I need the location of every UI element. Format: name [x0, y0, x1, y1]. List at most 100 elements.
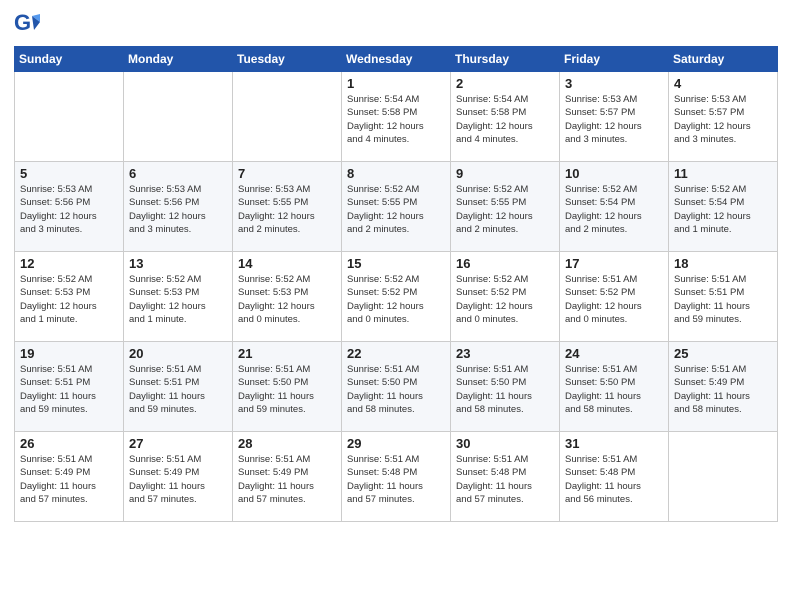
- calendar-cell: 31 Sunrise: 5:51 AM Sunset: 5:48 PM Dayli…: [560, 432, 669, 522]
- calendar-cell: 11 Sunrise: 5:52 AM Sunset: 5:54 PM Dayli…: [669, 162, 778, 252]
- weekday-header-sunday: Sunday: [15, 47, 124, 72]
- day-info: Sunrise: 5:52 AM Sunset: 5:52 PM Dayligh…: [347, 273, 445, 326]
- week-row-3: 12Sunrise: 5:52 AM Sunset: 5:53 PM Dayli…: [15, 252, 778, 342]
- day-info: Sunrise: 5:51 AM Sunset: 5:49 PM Dayligh…: [238, 453, 336, 506]
- calendar-cell: 30 Sunrise: 5:51 AM Sunset: 5:48 PM Dayli…: [451, 432, 560, 522]
- logo: G: [14, 10, 44, 38]
- calendar-cell: [669, 432, 778, 522]
- logo-icon: G: [14, 10, 42, 38]
- calendar-cell: 28 Sunrise: 5:51 AM Sunset: 5:49 PM Dayli…: [233, 432, 342, 522]
- week-row-4: 19 Sunrise: 5:51 AM Sunset: 5:51 PM Dayli…: [15, 342, 778, 432]
- day-info: Sunrise: 5:52 AM Sunset: 5:55 PM Dayligh…: [347, 183, 445, 236]
- calendar-cell: 13 Sunrise: 5:52 AM Sunset: 5:53 PM Dayli…: [124, 252, 233, 342]
- day-info: Sunrise: 5:52 AM Sunset: 5:53 PM Dayligh…: [20, 273, 118, 326]
- calendar-cell: 12Sunrise: 5:52 AM Sunset: 5:53 PM Dayli…: [15, 252, 124, 342]
- day-number: 10: [565, 166, 663, 181]
- weekday-header-saturday: Saturday: [669, 47, 778, 72]
- day-info: Sunrise: 5:53 AM Sunset: 5:57 PM Dayligh…: [674, 93, 772, 146]
- day-number: 15: [347, 256, 445, 271]
- calendar-cell: 15 Sunrise: 5:52 AM Sunset: 5:52 PM Dayli…: [342, 252, 451, 342]
- day-info: Sunrise: 5:54 AM Sunset: 5:58 PM Dayligh…: [456, 93, 554, 146]
- calendar-cell: 16Sunrise: 5:52 AM Sunset: 5:52 PM Dayli…: [451, 252, 560, 342]
- day-number: 3: [565, 76, 663, 91]
- weekday-header-thursday: Thursday: [451, 47, 560, 72]
- day-info: Sunrise: 5:52 AM Sunset: 5:54 PM Dayligh…: [674, 183, 772, 236]
- week-row-1: 1 Sunrise: 5:54 AM Sunset: 5:58 PM Daylig…: [15, 72, 778, 162]
- calendar-cell: 21 Sunrise: 5:51 AM Sunset: 5:50 PM Dayli…: [233, 342, 342, 432]
- day-number: 24: [565, 346, 663, 361]
- calendar-cell: 26 Sunrise: 5:51 AM Sunset: 5:49 PM Dayli…: [15, 432, 124, 522]
- day-info: Sunrise: 5:53 AM Sunset: 5:56 PM Dayligh…: [129, 183, 227, 236]
- day-info: Sunrise: 5:52 AM Sunset: 5:55 PM Dayligh…: [456, 183, 554, 236]
- calendar-cell: 9 Sunrise: 5:52 AM Sunset: 5:55 PM Daylig…: [451, 162, 560, 252]
- day-info: Sunrise: 5:51 AM Sunset: 5:50 PM Dayligh…: [565, 363, 663, 416]
- day-info: Sunrise: 5:51 AM Sunset: 5:49 PM Dayligh…: [674, 363, 772, 416]
- calendar-cell: 17 Sunrise: 5:51 AM Sunset: 5:52 PM Dayli…: [560, 252, 669, 342]
- calendar-cell: 1 Sunrise: 5:54 AM Sunset: 5:58 PM Daylig…: [342, 72, 451, 162]
- day-info: Sunrise: 5:51 AM Sunset: 5:51 PM Dayligh…: [20, 363, 118, 416]
- calendar-cell: 7 Sunrise: 5:53 AM Sunset: 5:55 PM Daylig…: [233, 162, 342, 252]
- day-number: 19: [20, 346, 118, 361]
- day-number: 25: [674, 346, 772, 361]
- day-number: 13: [129, 256, 227, 271]
- day-info: Sunrise: 5:53 AM Sunset: 5:57 PM Dayligh…: [565, 93, 663, 146]
- calendar-cell: 29 Sunrise: 5:51 AM Sunset: 5:48 PM Dayli…: [342, 432, 451, 522]
- day-info: Sunrise: 5:51 AM Sunset: 5:51 PM Dayligh…: [674, 273, 772, 326]
- day-number: 20: [129, 346, 227, 361]
- day-info: Sunrise: 5:53 AM Sunset: 5:56 PM Dayligh…: [20, 183, 118, 236]
- day-number: 7: [238, 166, 336, 181]
- day-info: Sunrise: 5:51 AM Sunset: 5:49 PM Dayligh…: [129, 453, 227, 506]
- calendar-cell: [124, 72, 233, 162]
- weekday-header-row: SundayMondayTuesdayWednesdayThursdayFrid…: [15, 47, 778, 72]
- calendar-cell: 6 Sunrise: 5:53 AM Sunset: 5:56 PM Daylig…: [124, 162, 233, 252]
- day-info: Sunrise: 5:52 AM Sunset: 5:53 PM Dayligh…: [238, 273, 336, 326]
- day-info: Sunrise: 5:53 AM Sunset: 5:55 PM Dayligh…: [238, 183, 336, 236]
- day-number: 16: [456, 256, 554, 271]
- day-number: 31: [565, 436, 663, 451]
- day-info: Sunrise: 5:51 AM Sunset: 5:48 PM Dayligh…: [347, 453, 445, 506]
- day-number: 11: [674, 166, 772, 181]
- calendar-cell: 5Sunrise: 5:53 AM Sunset: 5:56 PM Daylig…: [15, 162, 124, 252]
- calendar-cell: 18 Sunrise: 5:51 AM Sunset: 5:51 PM Dayli…: [669, 252, 778, 342]
- day-info: Sunrise: 5:52 AM Sunset: 5:53 PM Dayligh…: [129, 273, 227, 326]
- day-info: Sunrise: 5:54 AM Sunset: 5:58 PM Dayligh…: [347, 93, 445, 146]
- day-info: Sunrise: 5:51 AM Sunset: 5:50 PM Dayligh…: [456, 363, 554, 416]
- day-number: 18: [674, 256, 772, 271]
- calendar-cell: 14 Sunrise: 5:52 AM Sunset: 5:53 PM Dayli…: [233, 252, 342, 342]
- svg-text:G: G: [14, 10, 31, 35]
- day-number: 29: [347, 436, 445, 451]
- day-info: Sunrise: 5:51 AM Sunset: 5:52 PM Dayligh…: [565, 273, 663, 326]
- day-number: 26: [20, 436, 118, 451]
- day-number: 21: [238, 346, 336, 361]
- day-number: 2: [456, 76, 554, 91]
- calendar-table: SundayMondayTuesdayWednesdayThursdayFrid…: [14, 46, 778, 522]
- day-info: Sunrise: 5:51 AM Sunset: 5:50 PM Dayligh…: [347, 363, 445, 416]
- calendar-cell: 22 Sunrise: 5:51 AM Sunset: 5:50 PM Dayli…: [342, 342, 451, 432]
- weekday-header-wednesday: Wednesday: [342, 47, 451, 72]
- day-number: 1: [347, 76, 445, 91]
- day-number: 17: [565, 256, 663, 271]
- day-number: 9: [456, 166, 554, 181]
- calendar-cell: 24 Sunrise: 5:51 AM Sunset: 5:50 PM Dayli…: [560, 342, 669, 432]
- day-number: 4: [674, 76, 772, 91]
- calendar-cell: 20 Sunrise: 5:51 AM Sunset: 5:51 PM Dayli…: [124, 342, 233, 432]
- day-number: 28: [238, 436, 336, 451]
- calendar-cell: 25 Sunrise: 5:51 AM Sunset: 5:49 PM Dayli…: [669, 342, 778, 432]
- calendar-cell: [233, 72, 342, 162]
- day-info: Sunrise: 5:51 AM Sunset: 5:49 PM Dayligh…: [20, 453, 118, 506]
- day-info: Sunrise: 5:51 AM Sunset: 5:48 PM Dayligh…: [565, 453, 663, 506]
- day-number: 6: [129, 166, 227, 181]
- day-info: Sunrise: 5:51 AM Sunset: 5:51 PM Dayligh…: [129, 363, 227, 416]
- day-number: 14: [238, 256, 336, 271]
- day-number: 8: [347, 166, 445, 181]
- day-info: Sunrise: 5:51 AM Sunset: 5:48 PM Dayligh…: [456, 453, 554, 506]
- week-row-5: 26 Sunrise: 5:51 AM Sunset: 5:49 PM Dayli…: [15, 432, 778, 522]
- calendar-cell: 2 Sunrise: 5:54 AM Sunset: 5:58 PM Daylig…: [451, 72, 560, 162]
- calendar-cell: [15, 72, 124, 162]
- day-number: 27: [129, 436, 227, 451]
- calendar-cell: 8 Sunrise: 5:52 AM Sunset: 5:55 PM Daylig…: [342, 162, 451, 252]
- day-number: 30: [456, 436, 554, 451]
- day-number: 22: [347, 346, 445, 361]
- page-header: G: [14, 10, 778, 38]
- day-info: Sunrise: 5:51 AM Sunset: 5:50 PM Dayligh…: [238, 363, 336, 416]
